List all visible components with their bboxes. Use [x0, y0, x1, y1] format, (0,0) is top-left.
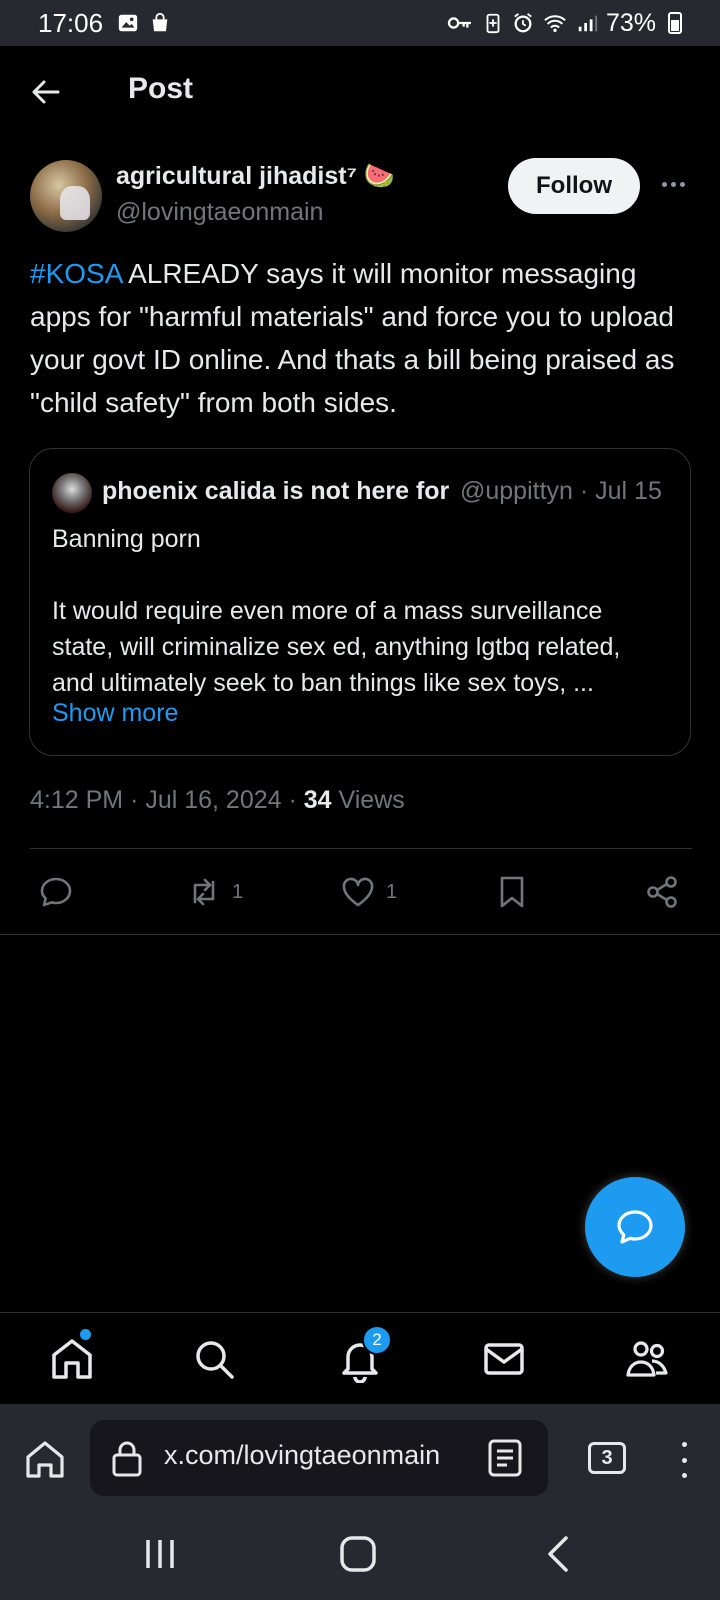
quoted-author-name: phoenix calida is not here for	[102, 477, 450, 505]
quoted-post-card[interactable]: phoenix calida is not here for @uppittyn…	[29, 448, 691, 756]
share-button[interactable]	[644, 872, 680, 912]
more-options-icon[interactable]	[658, 172, 688, 196]
post-body-text: ALREADY says it will monitor messaging a…	[30, 258, 675, 418]
compose-reply-icon	[617, 1210, 653, 1244]
recent-apps-icon[interactable]	[138, 1532, 182, 1576]
repost-icon	[193, 878, 215, 906]
post-action-bar: 1 1	[0, 872, 720, 918]
follow-button[interactable]: Follow	[508, 158, 640, 214]
divider	[30, 848, 692, 849]
reply-icon	[40, 877, 72, 907]
quoted-text-line: state, will criminalize sex ed, anything…	[52, 633, 621, 661]
back-arrow-icon[interactable]	[28, 74, 64, 110]
post-author-row: agricultural jihadist⁷ 🍉 @lovingtaeonmai…	[30, 158, 700, 234]
status-time: 17:06	[38, 7, 104, 38]
views-label: Views	[331, 786, 405, 814]
repost-button[interactable]: 1	[186, 872, 243, 912]
vpn-key-icon	[447, 17, 471, 29]
reply-button[interactable]	[38, 872, 74, 912]
quoted-post-text: Banning porn It would require even more …	[52, 521, 672, 701]
heart-icon	[342, 877, 374, 907]
shopping-bag-icon	[152, 12, 168, 32]
signal-icon	[578, 15, 598, 32]
bottom-navigation: 2	[0, 1312, 720, 1404]
bookmark-button[interactable]	[494, 872, 530, 912]
system-navigation-bar	[0, 1510, 720, 1600]
nav-communities[interactable]	[624, 1335, 672, 1383]
alarm-icon	[514, 13, 532, 33]
share-icon	[647, 876, 677, 908]
browser-menu-icon[interactable]	[678, 1442, 690, 1478]
nav-search[interactable]	[190, 1335, 238, 1383]
tab-count-button[interactable]: 3	[588, 1442, 626, 1474]
url-text[interactable]: x.com/lovingtaeonmain	[164, 1440, 464, 1471]
quoted-author-meta: @uppittyn · Jul 15	[460, 477, 662, 505]
author-handle[interactable]: @lovingtaeonmain	[116, 198, 323, 227]
unread-dot	[80, 1329, 91, 1340]
reader-mode-icon[interactable]	[486, 1438, 524, 1478]
repost-count: 1	[232, 880, 244, 903]
home-icon	[52, 1339, 92, 1379]
battery-saver-icon	[486, 13, 500, 34]
image-icon	[118, 14, 138, 32]
browser-toolbar: x.com/lovingtaeonmain 3	[0, 1404, 720, 1510]
like-count: 1	[386, 880, 398, 903]
show-more-link[interactable]: Show more	[52, 699, 178, 728]
lock-icon	[112, 1441, 142, 1477]
quoted-text-line: Banning porn	[52, 525, 201, 553]
nav-home[interactable]	[48, 1329, 96, 1383]
wifi-icon	[544, 15, 566, 32]
bookmark-icon	[500, 876, 524, 908]
home-button-icon[interactable]	[336, 1532, 380, 1576]
quoted-text-line: It would require even more of a mass sur…	[52, 597, 603, 625]
quoted-author-avatar	[52, 473, 92, 513]
address-bar[interactable]: x.com/lovingtaeonmain	[90, 1420, 548, 1496]
battery-icon	[668, 12, 682, 34]
browser-home-icon[interactable]	[24, 1438, 66, 1480]
like-button[interactable]: 1	[340, 872, 397, 912]
back-button-icon[interactable]	[538, 1532, 582, 1576]
top-app-bar: Post	[0, 46, 720, 136]
post-date: 4:12 PM · Jul 16, 2024 ·	[30, 786, 304, 814]
nav-messages[interactable]	[480, 1335, 528, 1383]
battery-percent: 73%	[605, 8, 656, 37]
quoted-text-line: and ultimately seek to ban things like s…	[52, 669, 594, 697]
divider	[0, 934, 720, 935]
communities-icon	[626, 1341, 668, 1377]
notification-badge: 2	[362, 1325, 392, 1355]
nav-notifications[interactable]: 2	[336, 1325, 392, 1384]
reply-fab-button[interactable]	[585, 1177, 685, 1277]
mail-icon	[484, 1343, 524, 1375]
page-title: Post	[128, 72, 194, 105]
views-count: 34	[303, 786, 332, 814]
avatar[interactable]	[30, 160, 102, 232]
hashtag-link[interactable]: #KOSA	[30, 258, 122, 289]
post-timestamp: 4:12 PM · Jul 16, 2024 · 34 Views	[30, 786, 405, 815]
post-text: #KOSA ALREADY says it will monitor messa…	[30, 252, 700, 424]
author-display-name[interactable]: agricultural jihadist⁷ 🍉	[116, 162, 395, 191]
search-icon	[196, 1341, 234, 1379]
status-bar: 17:06 73%	[0, 0, 720, 46]
